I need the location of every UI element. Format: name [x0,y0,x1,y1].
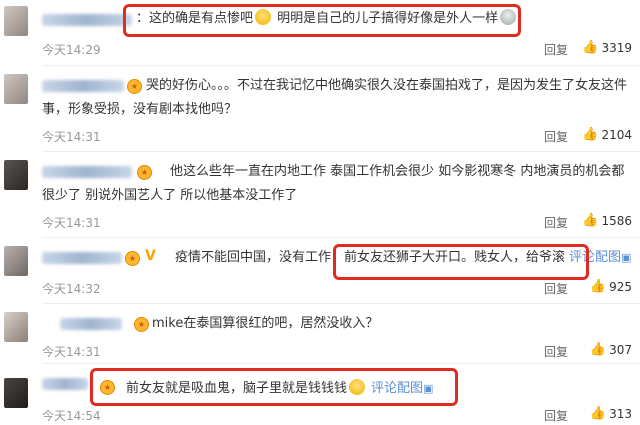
like-count: 2104 [601,127,632,142]
timestamp: 今天14:32 [42,282,101,296]
thumbs-up-icon: 👍 [582,213,599,228]
like-button[interactable]: 👍 2104 [582,127,632,142]
comment-text: mike在泰国算很红的吧，居然没收入？ [152,316,379,331]
like-count: 313 [609,406,632,421]
timestamp: 今天14:31 [42,130,101,144]
like-count: 925 [609,279,632,294]
avatar[interactable] [4,160,28,190]
username[interactable] [42,252,122,264]
timestamp: 今天14:29 [42,43,101,57]
timestamp: 今天14:31 [42,216,101,230]
timestamp: 今天14:54 [42,409,101,423]
timestamp: 今天14:31 [42,345,101,359]
avatar[interactable] [4,246,28,276]
username[interactable] [60,318,122,330]
reply-button[interactable]: 回复 [544,41,568,58]
username[interactable] [42,378,88,390]
highlight-box [333,244,589,280]
thumbs-up-icon: 👍 [582,40,599,55]
comment-item: ★ mike在泰国算很红的吧，居然没收入？ 今天14:31 回复 👍 307 [0,304,640,364]
comment-item: ★ 他这么些年一直在内地工作 泰国工作机会很少 如今影视寒冬 内地演员的机会都很… [0,152,640,238]
verified-v-icon: V [145,248,156,264]
member-badge-icon: ★ [125,251,140,266]
like-count: 1586 [601,213,632,228]
comment-item: ★ 哭的好伤心。。。不过在我记忆中他确实很久没在泰国拍戏了，是因为发生了女友这件… [0,66,640,152]
avatar[interactable] [4,74,28,104]
reply-button[interactable]: 回复 [544,343,568,360]
like-count: 3319 [601,40,632,55]
avatar[interactable] [4,312,28,342]
reply-button[interactable]: 回复 [544,214,568,231]
like-button[interactable]: 👍 1586 [582,213,632,228]
like-button[interactable]: 👍 313 [590,406,632,421]
reply-button[interactable]: 回复 [544,407,568,424]
thumbs-up-icon: 👍 [589,342,607,357]
username[interactable] [42,14,132,26]
highlight-box [123,4,521,37]
like-button[interactable]: 👍 925 [590,279,632,294]
avatar[interactable] [4,6,28,36]
reply-button[interactable]: 回复 [544,280,568,297]
comment-text: 哭的好伤心。。。不过在我记忆中他确实很久没在泰国拍戏了，是因为发生了女友这件事，… [42,78,628,117]
thumbs-up-icon: 👍 [589,406,607,421]
member-badge-icon: ★ [134,317,149,332]
thumbs-up-icon: 👍 [582,127,599,142]
highlight-box [90,368,458,406]
like-button[interactable]: 👍 307 [590,342,632,357]
thumbs-up-icon: 👍 [589,279,607,294]
like-count: 307 [609,342,632,357]
image-icon: ▣ [621,251,632,264]
like-button[interactable]: 👍 3319 [582,40,632,55]
comment-text: 他这么些年一直在内地工作 泰国工作机会很少 如今影视寒冬 内地演员的机会都很少了… [42,164,625,203]
avatar[interactable] [4,378,28,408]
reply-button[interactable]: 回复 [544,128,568,145]
